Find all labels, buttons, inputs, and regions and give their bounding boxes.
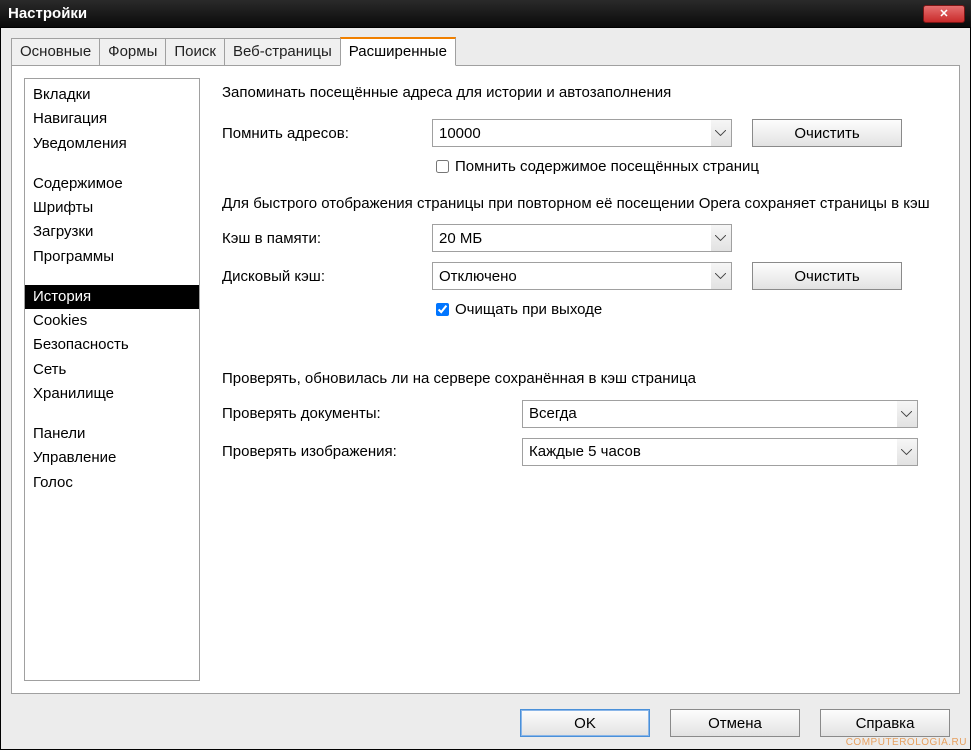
clear-cache-button[interactable]: Очистить: [752, 262, 902, 290]
sidebar-item-storage[interactable]: Хранилище: [25, 382, 199, 406]
select-check-images[interactable]: Каждые 5 часов: [522, 438, 918, 466]
sidebar-separator: [25, 269, 199, 285]
sidebar-item-management[interactable]: Управление: [25, 446, 199, 470]
dialog-body: Основные Формы Поиск Веб-страницы Расшир…: [0, 28, 971, 750]
section-cache-description: Для быстрого отображения страницы при по…: [222, 194, 937, 214]
sidebar-item-tabs[interactable]: Вкладки: [25, 83, 199, 107]
titlebar: Настройки ✕: [0, 0, 971, 28]
window-title: Настройки: [8, 5, 923, 22]
sidebar[interactable]: Вкладки Навигация Уведомления Содержимое…: [24, 78, 200, 681]
close-icon: ✕: [939, 7, 948, 21]
cancel-button[interactable]: Отмена: [670, 709, 800, 737]
label-disk-cache: Дисковый кэш:: [222, 268, 432, 285]
ok-button[interactable]: OK: [520, 709, 650, 737]
tabstrip: Основные Формы Поиск Веб-страницы Расшир…: [11, 36, 970, 66]
sidebar-item-content[interactable]: Содержимое: [25, 172, 199, 196]
watermark: COMPUTEROLOGIA.RU: [846, 737, 967, 748]
row-check-images: Проверять изображения: Каждые 5 часов: [222, 438, 937, 466]
section-check-description: Проверять, обновилась ли на сервере сохр…: [222, 369, 937, 389]
label-check-images: Проверять изображения:: [222, 443, 522, 460]
help-button[interactable]: Справка: [820, 709, 950, 737]
label-memory-cache: Кэш в памяти:: [222, 230, 432, 247]
label-clear-on-exit[interactable]: Очищать при выходе: [455, 301, 602, 318]
select-remember-addresses[interactable]: 10000: [432, 119, 732, 147]
dialog-button-bar: OK Отмена Справка: [1, 709, 970, 737]
section-history-heading: Запоминать посещённые адреса для истории…: [222, 84, 937, 101]
row-clear-on-exit: Очищать при выходе: [432, 300, 937, 319]
row-remember-content: Помнить содержимое посещённых страниц: [432, 157, 937, 176]
sidebar-item-voice[interactable]: Голос: [25, 471, 199, 495]
clear-history-button[interactable]: Очистить: [752, 119, 902, 147]
tab-forms[interactable]: Формы: [99, 38, 166, 66]
sidebar-item-cookies[interactable]: Cookies: [25, 309, 199, 333]
sidebar-separator: [25, 156, 199, 172]
tab-search[interactable]: Поиск: [165, 38, 225, 66]
tab-webpages[interactable]: Веб-страницы: [224, 38, 341, 66]
select-memory-cache[interactable]: 20 МБ: [432, 224, 732, 252]
row-check-documents: Проверять документы: Всегда: [222, 400, 937, 428]
checkbox-clear-on-exit[interactable]: [436, 303, 449, 316]
label-remember-content[interactable]: Помнить содержимое посещённых страниц: [455, 158, 759, 175]
sidebar-item-network[interactable]: Сеть: [25, 358, 199, 382]
select-check-documents[interactable]: Всегда: [522, 400, 918, 428]
select-disk-cache[interactable]: Отключено: [432, 262, 732, 290]
sidebar-item-panels[interactable]: Панели: [25, 422, 199, 446]
tab-panel-advanced: Вкладки Навигация Уведомления Содержимое…: [11, 65, 960, 694]
close-button[interactable]: ✕: [923, 5, 965, 23]
sidebar-item-notifications[interactable]: Уведомления: [25, 132, 199, 156]
row-memory-cache: Кэш в памяти: 20 МБ: [222, 224, 937, 252]
sidebar-item-security[interactable]: Безопасность: [25, 333, 199, 357]
sidebar-item-downloads[interactable]: Загрузки: [25, 220, 199, 244]
label-remember-addresses: Помнить адресов:: [222, 125, 432, 142]
checkbox-remember-content[interactable]: [436, 160, 449, 173]
sidebar-item-programs[interactable]: Программы: [25, 245, 199, 269]
sidebar-item-fonts[interactable]: Шрифты: [25, 196, 199, 220]
row-disk-cache: Дисковый кэш: Отключено Очистить: [222, 262, 937, 290]
sidebar-item-navigation[interactable]: Навигация: [25, 107, 199, 131]
sidebar-item-history[interactable]: История: [25, 285, 199, 309]
tab-advanced[interactable]: Расширенные: [340, 37, 456, 66]
content-pane: Запоминать посещённые адреса для истории…: [200, 66, 959, 693]
sidebar-separator: [25, 406, 199, 422]
tab-basic[interactable]: Основные: [11, 38, 100, 66]
label-check-documents: Проверять документы:: [222, 405, 522, 422]
row-remember-addresses: Помнить адресов: 10000 Очистить: [222, 119, 937, 147]
